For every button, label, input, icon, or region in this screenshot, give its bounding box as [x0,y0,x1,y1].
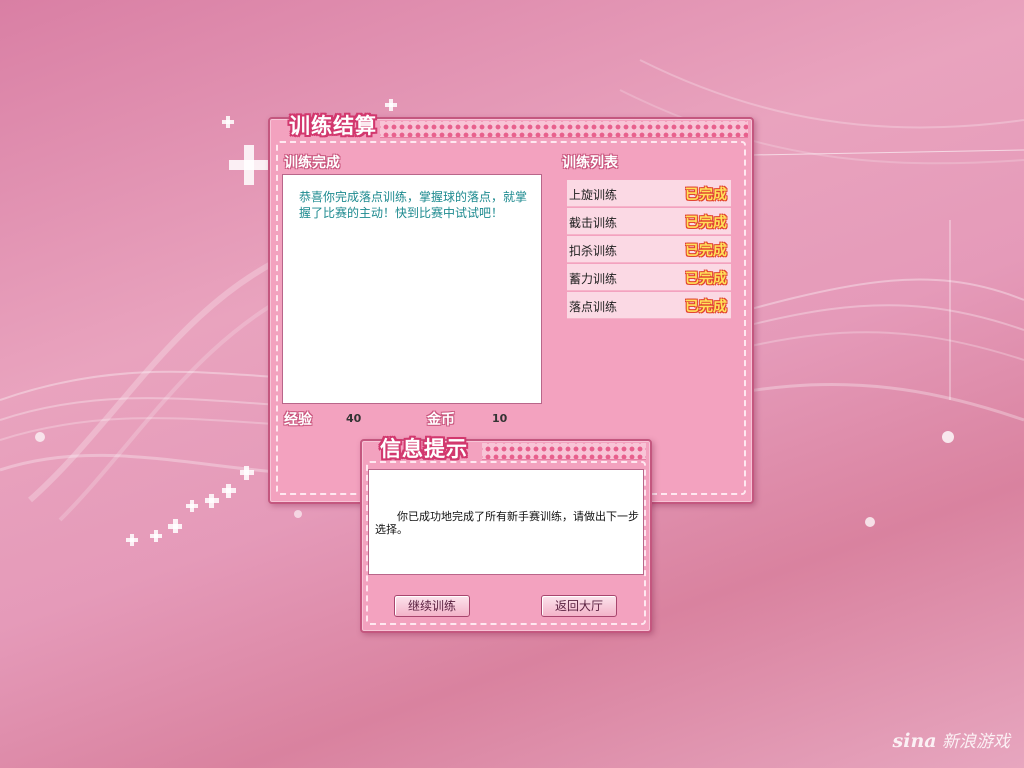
training-message-box: 恭喜你完成落点训练，掌握球的落点，就掌握了比赛的主动！快到比赛中试试吧！ [282,174,542,404]
gold-label: 金币 [427,412,455,428]
training-item-status: 已完成 [685,243,727,259]
training-item-status: 已完成 [685,187,727,203]
info-dialog: 你已成功地完成了所有新手赛训练，请做出下一步选择。 继续训练 返回大厅 [360,439,652,633]
congratulation-text: 恭喜你完成落点训练，掌握球的落点，就掌握了比赛的主动！快到比赛中试试吧！ [299,190,528,220]
training-list-item[interactable]: 落点训练 已完成 [567,292,731,319]
return-lobby-button[interactable]: 返回大厅 [541,595,617,617]
training-summary-title: 训练结算 [289,114,377,138]
training-list-item[interactable]: 截击训练 已完成 [567,208,731,235]
training-item-status: 已完成 [685,271,727,287]
training-item-name: 扣杀训练 [569,244,618,258]
training-item-name: 上旋训练 [569,188,618,202]
training-item-name: 截击训练 [569,216,618,230]
training-list-label: 训练列表 [562,155,618,171]
info-dialog-title: 信息提示 [380,437,468,461]
training-item-name: 蓄力训练 [569,272,618,286]
exp-value: 40 [346,412,362,425]
sina-logo: sina [892,730,937,752]
training-list-item[interactable]: 上旋训练 已完成 [567,180,731,207]
training-item-status: 已完成 [685,299,727,315]
training-item-status: 已完成 [685,215,727,231]
sina-games-watermark: sina 新浪游戏 [893,727,1010,752]
dialog-dot-strip [482,443,646,460]
training-list-item[interactable]: 蓄力训练 已完成 [567,264,731,291]
training-complete-label: 训练完成 [284,155,340,171]
watermark-text: 新浪游戏 [942,732,1010,752]
dialog-message-box: 你已成功地完成了所有新手赛训练，请做出下一步选择。 [368,469,644,575]
exp-label: 经验 [284,412,312,428]
continue-training-button[interactable]: 继续训练 [394,595,470,617]
training-list-item[interactable]: 扣杀训练 已完成 [567,236,731,263]
gold-value: 10 [492,412,508,425]
training-item-name: 落点训练 [569,300,618,314]
title-dot-strip [380,121,748,138]
dialog-message: 你已成功地完成了所有新手赛训练，请做出下一步选择。 [375,510,639,536]
